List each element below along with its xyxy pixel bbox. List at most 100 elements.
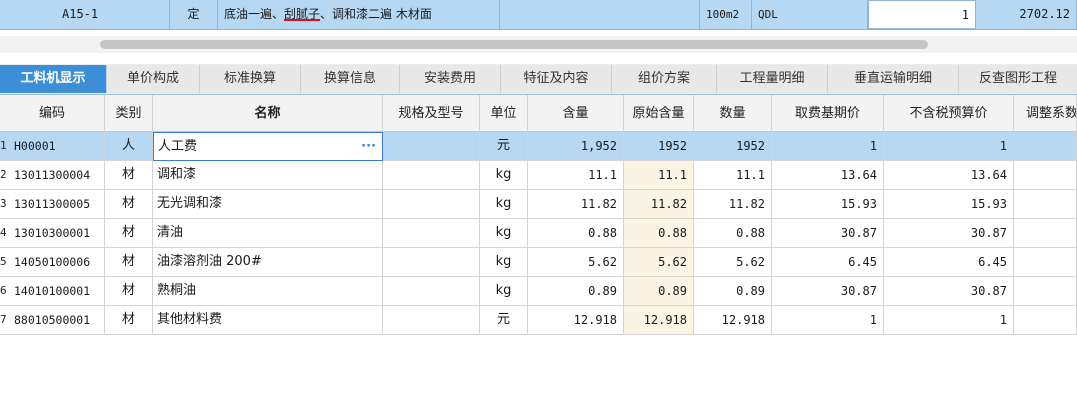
cell-spec[interactable] (383, 306, 480, 335)
cell-spec[interactable] (383, 219, 480, 248)
cell-base-price[interactable]: 30.87 (772, 219, 884, 248)
cell-budget-price[interactable]: 1 (884, 306, 1014, 335)
cell-quantity[interactable]: 12.918 (694, 306, 772, 335)
cell-code[interactable]: 3 13011300005 (0, 190, 105, 219)
cell-original-content[interactable]: 5.62 (624, 248, 694, 277)
col-header-spec[interactable]: 规格及型号 (383, 95, 480, 132)
cell-budget-price[interactable]: 1 (884, 132, 1014, 161)
tab-vertical-transport[interactable]: 垂直运输明细 (828, 65, 959, 93)
cell-content[interactable]: 11.82 (528, 190, 624, 219)
tab-installation-cost[interactable]: 安装费用 (400, 65, 501, 93)
cell-adjust-factor[interactable] (1014, 132, 1077, 161)
col-header-budget-price[interactable]: 不含税预算价 (884, 95, 1014, 132)
cell-quantity[interactable]: 1952 (694, 132, 772, 161)
selected-item-row[interactable]: A15-1 定 底油一遍、刮腻子、调和漆二遍 木材面 100m2 QDL 1 2… (0, 0, 1077, 32)
cell-content[interactable]: 0.89 (528, 277, 624, 306)
cell-quantity[interactable]: 11.82 (694, 190, 772, 219)
col-header-name[interactable]: 名称 (153, 95, 383, 132)
cell-quantity[interactable]: 11.1 (694, 161, 772, 190)
cell-unit[interactable]: kg (480, 161, 528, 190)
table-row[interactable]: 3 13011300005 材无光调和漆 kg 11.82 11.82 11.82 15.93… (0, 190, 1077, 219)
cell-budget-price[interactable]: 13.64 (884, 161, 1014, 190)
cell-name[interactable]: 人工费 ··· (153, 132, 383, 161)
col-header-category[interactable]: 类别 (105, 95, 153, 132)
cell-original-content[interactable]: 0.88 (624, 219, 694, 248)
cell-category[interactable]: 材 (105, 190, 153, 219)
cell-quantity[interactable]: 5.62 (694, 248, 772, 277)
cell-quantity[interactable]: 0.89 (694, 277, 772, 306)
col-header-content[interactable]: 含量 (528, 95, 624, 132)
cell-unit[interactable]: kg (480, 190, 528, 219)
cell-budget-price[interactable]: 15.93 (884, 190, 1014, 219)
cell-spec[interactable] (383, 277, 480, 306)
cell-unit[interactable]: 元 (480, 306, 528, 335)
cell-content[interactable]: 5.62 (528, 248, 624, 277)
cell-content[interactable]: 12.918 (528, 306, 624, 335)
cell-unit[interactable]: 元 (480, 132, 528, 161)
table-row[interactable]: 1 H00001 人人工费 ··· 元 1,952 1952 1952 1 1 (0, 132, 1077, 161)
cell-adjust-factor[interactable] (1014, 219, 1077, 248)
cell-unit[interactable]: kg (480, 219, 528, 248)
cell-original-content[interactable]: 12.918 (624, 306, 694, 335)
tab-conversion-info[interactable]: 换算信息 (301, 65, 400, 93)
cell-base-price[interactable]: 30.87 (772, 277, 884, 306)
cell-adjust-factor[interactable] (1014, 248, 1077, 277)
cell-spec[interactable] (383, 132, 480, 161)
table-row[interactable]: 7 88010500001 材其他材料费元 12.918 12.918 12.918 1 1 (0, 306, 1077, 335)
item-spec[interactable] (500, 0, 700, 29)
cell-name[interactable]: 其他材料费 (153, 306, 383, 335)
scrollbar-thumb[interactable] (100, 40, 928, 49)
cell-code[interactable]: 2 13011300004 (0, 161, 105, 190)
col-header-base-price[interactable]: 取费基期价 (772, 95, 884, 132)
cell-base-price[interactable]: 13.64 (772, 161, 884, 190)
item-qdl[interactable]: QDL (752, 0, 868, 29)
cell-name[interactable]: 油漆溶剂油 200# (153, 248, 383, 277)
table-row[interactable]: 4 13010300001 材清油 kg 0.88 0.88 0.88 30.87 30.87 (0, 219, 1077, 248)
cell-code[interactable]: 1 H00001 (0, 132, 105, 161)
cell-budget-price[interactable]: 30.87 (884, 219, 1014, 248)
cell-name[interactable]: 调和漆 (153, 161, 383, 190)
item-type[interactable]: 定 (170, 0, 218, 29)
more-options-icon[interactable]: ··· (361, 133, 376, 160)
cell-base-price[interactable]: 1 (772, 132, 884, 161)
col-header-unit[interactable]: 单位 (480, 95, 528, 132)
cell-code[interactable]: 7 88010500001 (0, 306, 105, 335)
horizontal-scrollbar[interactable] (0, 36, 1077, 53)
table-row[interactable]: 2 13011300004 材调和漆 kg 11.1 11.1 11.1 13.64 13.64 (0, 161, 1077, 190)
cell-adjust-factor[interactable] (1014, 190, 1077, 219)
item-price[interactable]: 2702.12 (976, 0, 1077, 29)
col-header-code[interactable]: 编码 (0, 95, 105, 132)
tab-standard-conversion[interactable]: 标准换算 (200, 65, 301, 93)
cell-category[interactable]: 人 (105, 132, 153, 161)
table-row[interactable]: 5 14050100006 材油漆溶剂油 200# kg 5.62 5.62 5.62 6.4… (0, 248, 1077, 277)
cell-original-content[interactable]: 1952 (624, 132, 694, 161)
item-unit[interactable]: 100m2 (700, 0, 752, 29)
cell-budget-price[interactable]: 6.45 (884, 248, 1014, 277)
cell-content[interactable]: 0.88 (528, 219, 624, 248)
cell-base-price[interactable]: 6.45 (772, 248, 884, 277)
col-header-original-content[interactable]: 原始含量 (624, 95, 694, 132)
item-code[interactable]: A15-1 (0, 0, 170, 29)
tab-features-content[interactable]: 特征及内容 (501, 65, 612, 93)
cell-content[interactable]: 11.1 (528, 161, 624, 190)
cell-code[interactable]: 4 13010300001 (0, 219, 105, 248)
item-quantity[interactable]: 1 (868, 0, 976, 29)
item-name[interactable]: 底油一遍、刮腻子、调和漆二遍 木材面 (218, 0, 500, 29)
cell-name[interactable]: 清油 (153, 219, 383, 248)
cell-base-price[interactable]: 15.93 (772, 190, 884, 219)
cell-quantity[interactable]: 0.88 (694, 219, 772, 248)
cell-unit[interactable]: kg (480, 248, 528, 277)
tab-unit-price-composition[interactable]: 单价构成 (107, 65, 200, 93)
tab-quantity-details[interactable]: 工程量明细 (717, 65, 828, 93)
cell-category[interactable]: 材 (105, 277, 153, 306)
cell-name[interactable]: 无光调和漆 (153, 190, 383, 219)
cell-spec[interactable] (383, 161, 480, 190)
cell-name[interactable]: 熟桐油 (153, 277, 383, 306)
cell-original-content[interactable]: 0.89 (624, 277, 694, 306)
cell-category[interactable]: 材 (105, 219, 153, 248)
cell-adjust-factor[interactable] (1014, 161, 1077, 190)
table-row[interactable]: 6 14010100001 材熟桐油 kg 0.89 0.89 0.89 30.87 30.87 (0, 277, 1077, 306)
cell-code[interactable]: 5 14050100006 (0, 248, 105, 277)
tab-reverse-graphic[interactable]: 反查图形工程 (959, 65, 1077, 93)
tab-pricing-scheme[interactable]: 组价方案 (612, 65, 717, 93)
